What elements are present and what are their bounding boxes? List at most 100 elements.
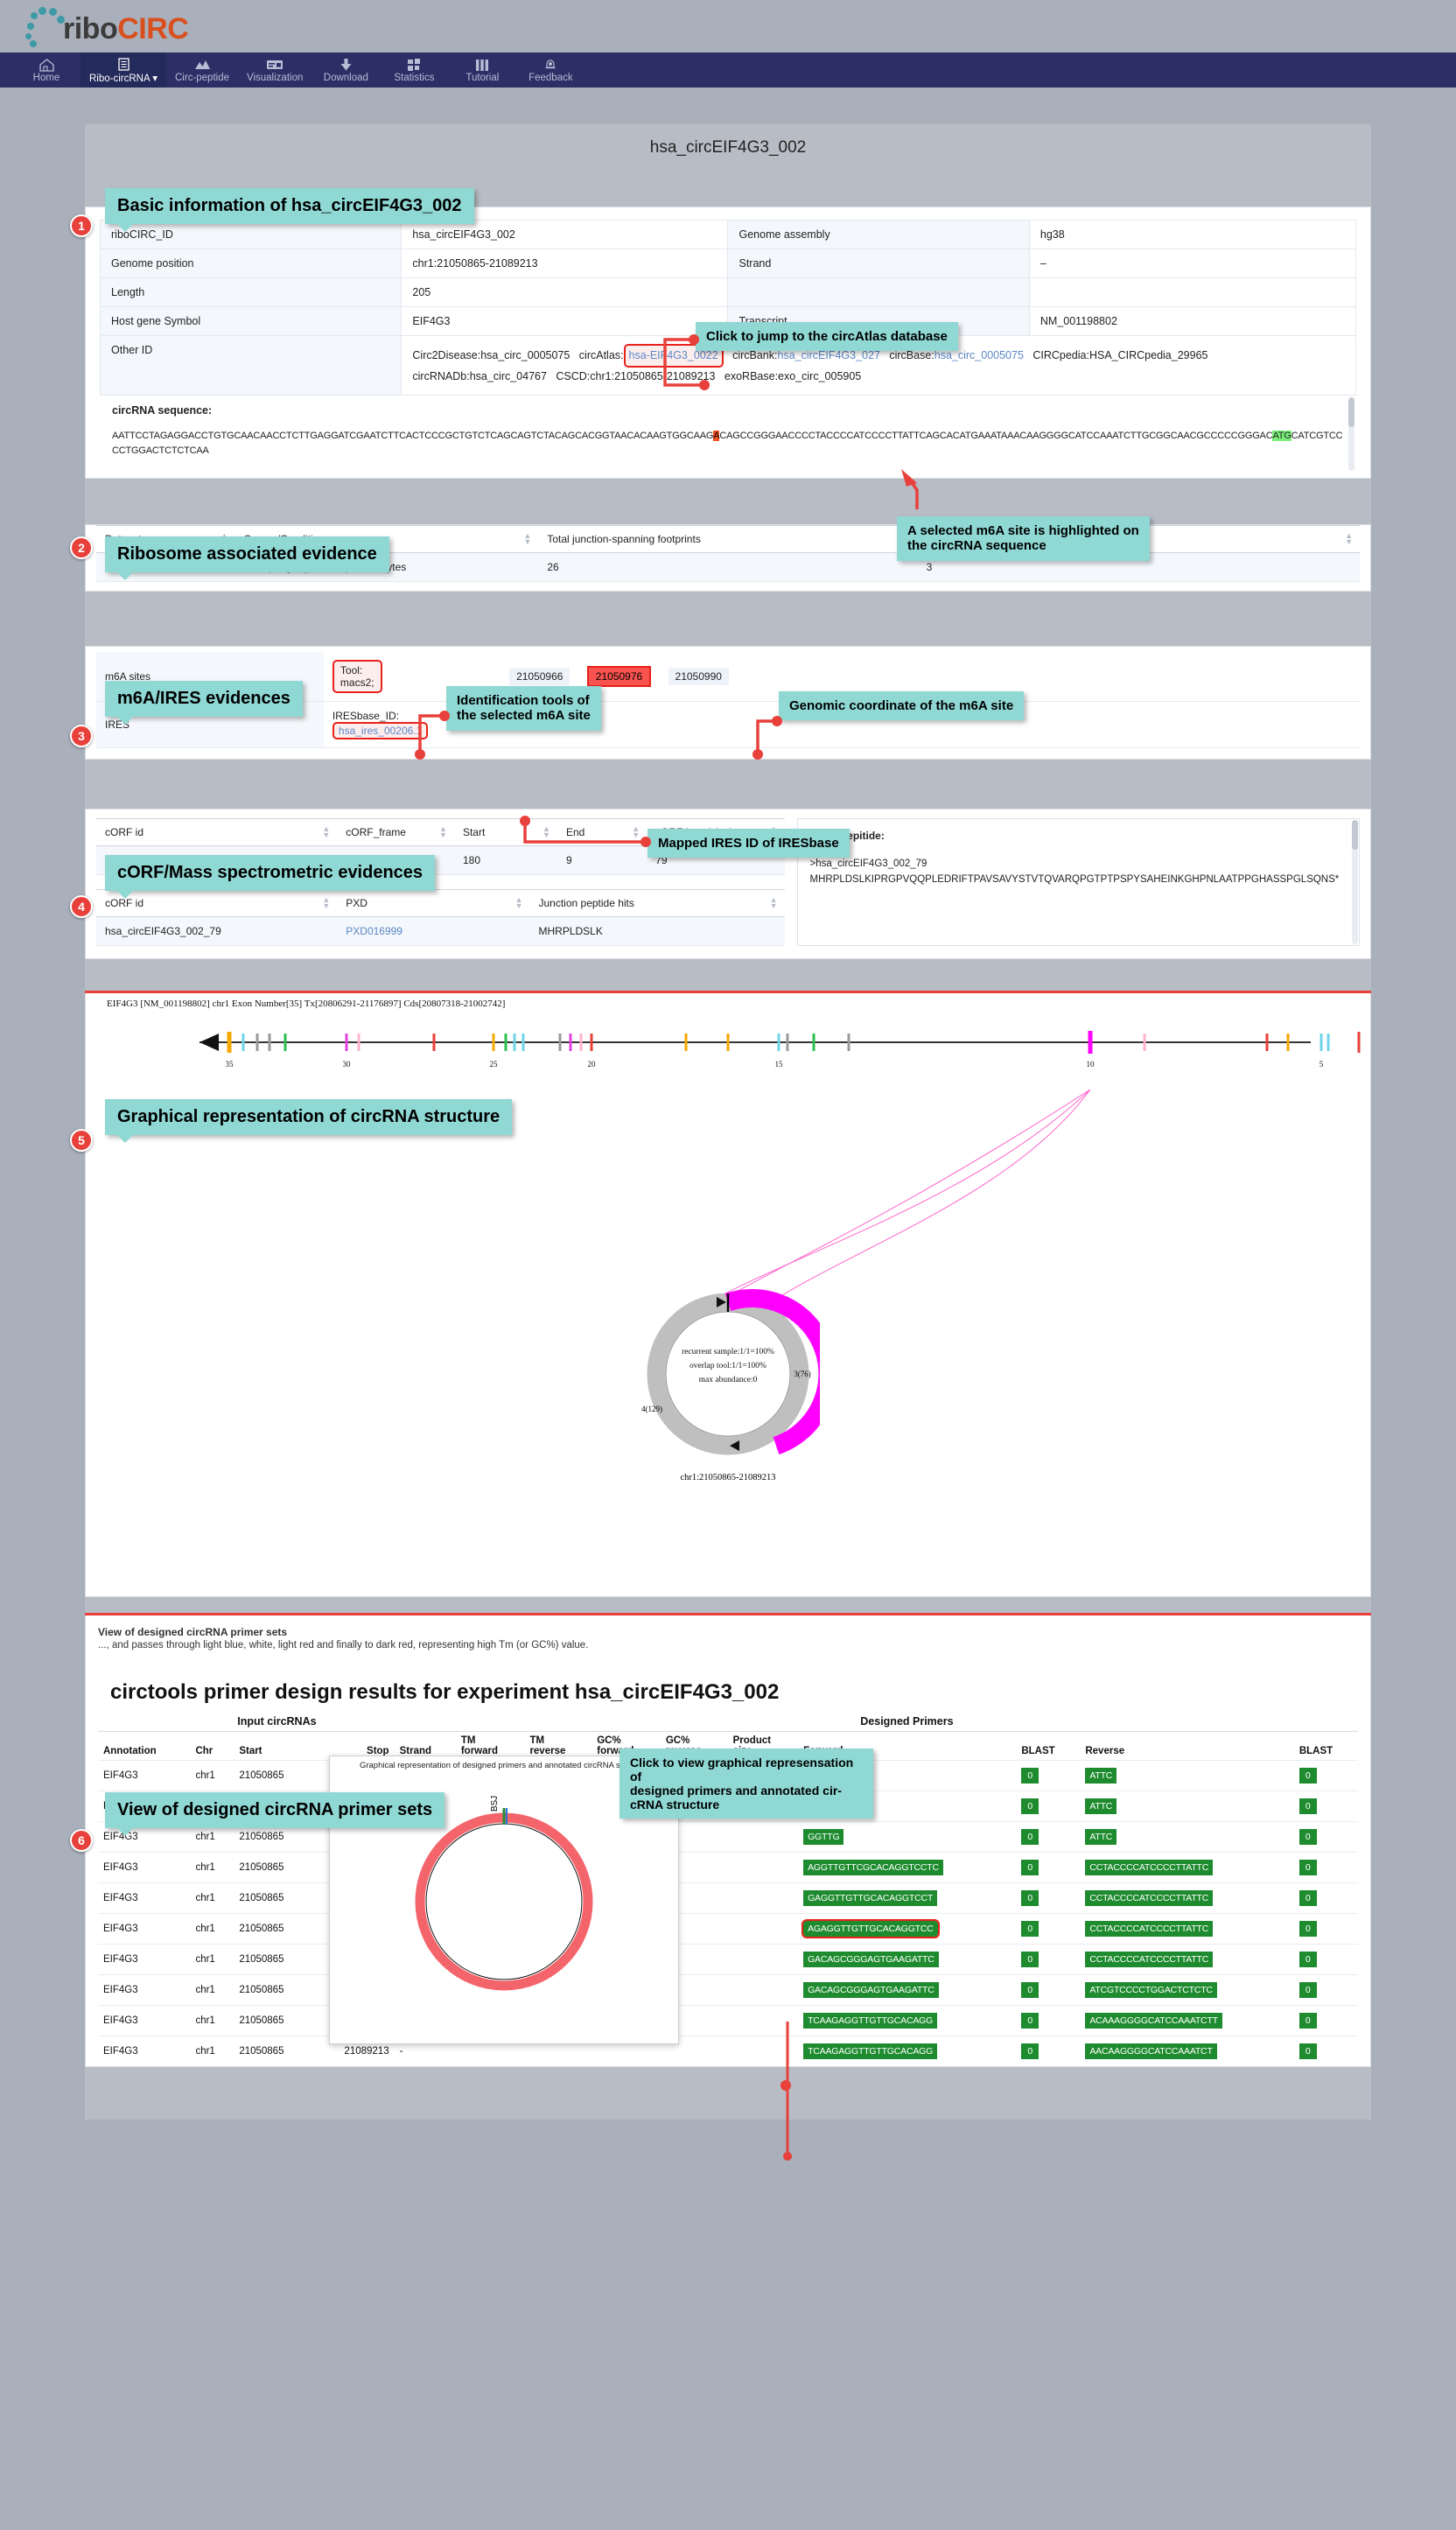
callout-corf: cORF/Mass spectrometric evidences: [105, 855, 436, 899]
cell-reverse-primer[interactable]: AACAAGGGGCATCCAAATCT: [1080, 2035, 1294, 2066]
cell-chr: chr1: [190, 2035, 234, 2066]
cell-forward-primer[interactable]: GAGGTTGTTGCACAGGTCCT: [798, 1882, 1017, 1914]
sort-icon[interactable]: ▲▼: [632, 824, 640, 838]
cell-annotation: EIF4G3: [98, 1759, 191, 1791]
col-pxd[interactable]: PXD ▲ ▼: [337, 888, 530, 917]
col-blast-fwd[interactable]: BLAST: [1016, 1731, 1080, 1760]
cell-forward-primer[interactable]: GACAGCGGGAGTGAAGATTC: [798, 1973, 1017, 2006]
nav-item-home[interactable]: Home: [12, 53, 80, 88]
reverse-primer-sequence[interactable]: ATTC: [1085, 1828, 1117, 1845]
scrollbar[interactable]: [1348, 396, 1354, 471]
col-start[interactable]: Start: [234, 1731, 314, 1760]
cell-reverse-primer[interactable]: ATTC: [1080, 1759, 1294, 1791]
sort-icon[interactable]: ▲▼: [322, 895, 330, 909]
cell-reverse-primer[interactable]: ATTC: [1080, 1790, 1294, 1822]
cell-metric: [727, 1912, 799, 1945]
cell-reverse-primer[interactable]: ATCGTCCCCTGGACTCTCTC: [1080, 1973, 1294, 2006]
col-blast-rev[interactable]: BLAST: [1294, 1731, 1358, 1760]
iresbase-link[interactable]: hsa_ires_00206.1: [339, 725, 422, 737]
row-label: Genome assembly: [727, 220, 1030, 249]
sort-icon[interactable]: ▲▼: [1345, 531, 1353, 545]
svg-text:10: 10: [1087, 1060, 1096, 1069]
cell-forward-primer[interactable]: AGGTTGTTCGCACAGGTCCTC: [798, 1851, 1017, 1883]
forward-primer-sequence[interactable]: GAGGTTGTTGCACAGGTCCT: [803, 1889, 938, 1906]
m6a-site[interactable]: 21050990: [668, 667, 729, 685]
cell-forward-primer[interactable]: GGTTG: [798, 1820, 1017, 1853]
reverse-primer-sequence[interactable]: ATCGTCCCCTGGACTCTCTC: [1085, 1981, 1217, 1998]
cell-forward-primer[interactable]: TCAAGAGGTTGTTGCACAGG: [798, 2035, 1017, 2066]
cell-corf-id: hsa_circEIF4G3_002_79: [96, 916, 338, 946]
table-row: EIF4G3chr12105086521089213- GACAGCGGGAGT…: [98, 1973, 1358, 2006]
sort-icon[interactable]: ▲▼: [770, 895, 778, 909]
nav-item-tutorial[interactable]: Tutorial: [448, 53, 516, 88]
reverse-primer-sequence[interactable]: ATTC: [1085, 1798, 1117, 1814]
forward-primer-sequence[interactable]: GACAGCGGGAGTGAAGATTC: [803, 1981, 939, 1998]
sort-icon[interactable]: ▲▼: [542, 824, 550, 838]
forward-primer-sequence[interactable]: TCAAGAGGTTGTTGCACAGG: [803, 2012, 938, 2029]
col-corf-frame[interactable]: cORF_frame ▲ ▼: [337, 817, 454, 846]
nav-item-download[interactable]: Download: [312, 53, 380, 88]
nav-item-statistics[interactable]: Statistics: [380, 53, 448, 88]
forward-primer-sequence[interactable]: AGGTTGTTCGCACAGGTCCTC: [803, 1859, 943, 1875]
forward-primer-sequence[interactable]: GACAGCGGGAGTGAAGATTC: [803, 1951, 939, 1967]
cell-reverse-primer[interactable]: ACAAAGGGGCATCCAAATCTT: [1080, 2004, 1294, 2036]
col-start[interactable]: Start ▲ ▼: [453, 817, 557, 846]
cell-forward-primer[interactable]: TCAAGAGGTTGTTGCACAGG: [798, 2004, 1017, 2036]
cell-annotation: EIF4G3: [98, 1943, 191, 1975]
nav-label: Statistics: [394, 72, 435, 83]
cell-annotation: EIF4G3: [98, 1912, 191, 1945]
m6a-site-selected[interactable]: 21050976: [586, 665, 652, 687]
col-end[interactable]: End ▲ ▼: [556, 817, 648, 846]
cell-forward-primer[interactable]: GACAGCGGGAGTGAAGATTC: [798, 1943, 1017, 1975]
reverse-primer-sequence[interactable]: ACAAAGGGGCATCCAAATCTT: [1085, 2012, 1222, 2029]
forward-primer-sequence[interactable]: AGAGGTTGTTGCACAGGTCC: [802, 1918, 940, 1938]
cell-reverse-primer[interactable]: ATTC: [1080, 1820, 1294, 1853]
reverse-primer-sequence[interactable]: ATTC: [1085, 1767, 1117, 1784]
m6a-site[interactable]: 21050966: [509, 667, 570, 685]
forward-primer-sequence[interactable]: TCAAGAGGTTGTTGCACAGG: [803, 2043, 938, 2059]
nav-item-visualization[interactable]: Visualization: [238, 53, 312, 88]
sort-icon[interactable]: ▲▼: [523, 531, 531, 545]
tool-box[interactable]: Tool: macs2;: [332, 659, 382, 693]
donut-center-text: recurrent sample:1/1=100% overlap tool:1…: [636, 1345, 820, 1387]
reverse-primer-sequence[interactable]: AACAAGGGGCATCCAAATCT: [1085, 2043, 1217, 2059]
primer-notice: ..., and passes through light blue, whit…: [98, 1639, 589, 1650]
blast-hits: 0: [1298, 1828, 1317, 1845]
main-navigation[interactable]: Home Ribo-circRNA ▾ Circ-peptide Visuali…: [0, 53, 1456, 88]
cell-reverse-primer[interactable]: CCTACCCCATCCCCTTATTC: [1080, 1851, 1294, 1883]
col-total[interactable]: Total junction-spanning footprints▲▼: [538, 524, 918, 553]
sort-icon[interactable]: ▲▼: [439, 824, 447, 838]
ires-link-box[interactable]: hsa_ires_00206.1: [332, 721, 429, 739]
reverse-primer-sequence[interactable]: CCTACCCCATCCCCTTATTC: [1085, 1920, 1214, 1937]
cell-blast-reverse: 0: [1293, 1759, 1358, 1791]
row-label: [727, 277, 1030, 307]
nav-item-ribo-circrna[interactable]: Ribo-circRNA ▾: [80, 53, 166, 88]
cell-forward-primer[interactable]: AGAGGTTGTTGCACAGGTCC: [798, 1912, 1017, 1945]
pxd-link[interactable]: PXD016999: [346, 925, 402, 937]
cell-blast-reverse: 0: [1293, 1882, 1358, 1914]
svg-text:25: 25: [490, 1060, 499, 1069]
reverse-primer-sequence[interactable]: CCTACCCCATCCCCTTATTC: [1085, 1859, 1214, 1875]
row-label: Other ID: [99, 335, 402, 396]
col-junction-hits[interactable]: Junction peptide hits ▲ ▼: [529, 888, 785, 917]
cell-blast-reverse: 0: [1293, 2004, 1358, 2036]
logo[interactable]: riboCIRC: [19, 5, 189, 47]
cell-reverse-primer[interactable]: CCTACCCCATCCCCTTATTC: [1080, 1882, 1294, 1914]
cell-start: 21050865: [234, 1882, 314, 1914]
col-corf-id[interactable]: cORF id ▲ ▼: [96, 817, 338, 846]
nav-item-circ-peptide[interactable]: Circ-peptide: [166, 53, 238, 88]
cell-reverse-primer[interactable]: CCTACCCCATCCCCTTATTC: [1080, 1912, 1294, 1945]
cell-start: 21050865: [234, 1759, 314, 1791]
reverse-primer-sequence[interactable]: CCTACCCCATCCCCTTATTC: [1085, 1889, 1214, 1906]
col-annotation[interactable]: Annotation: [98, 1731, 190, 1760]
reverse-primer-sequence[interactable]: CCTACCCCATCCCCTTATTC: [1085, 1951, 1214, 1967]
col-chr[interactable]: Chr: [190, 1731, 234, 1760]
sort-icon[interactable]: ▲▼: [322, 824, 330, 838]
scrollbar[interactable]: [1352, 819, 1358, 944]
nav-item-feedback[interactable]: Feedback: [516, 53, 584, 88]
sort-icon[interactable]: ▲▼: [515, 895, 523, 909]
col-reverse[interactable]: Reverse: [1080, 1731, 1293, 1760]
otherid-val: chr1:21050865-21089213: [590, 370, 716, 383]
cell-reverse-primer[interactable]: CCTACCCCATCCCCTTATTC: [1080, 1943, 1294, 1975]
forward-primer-sequence[interactable]: GGTTG: [803, 1828, 844, 1845]
